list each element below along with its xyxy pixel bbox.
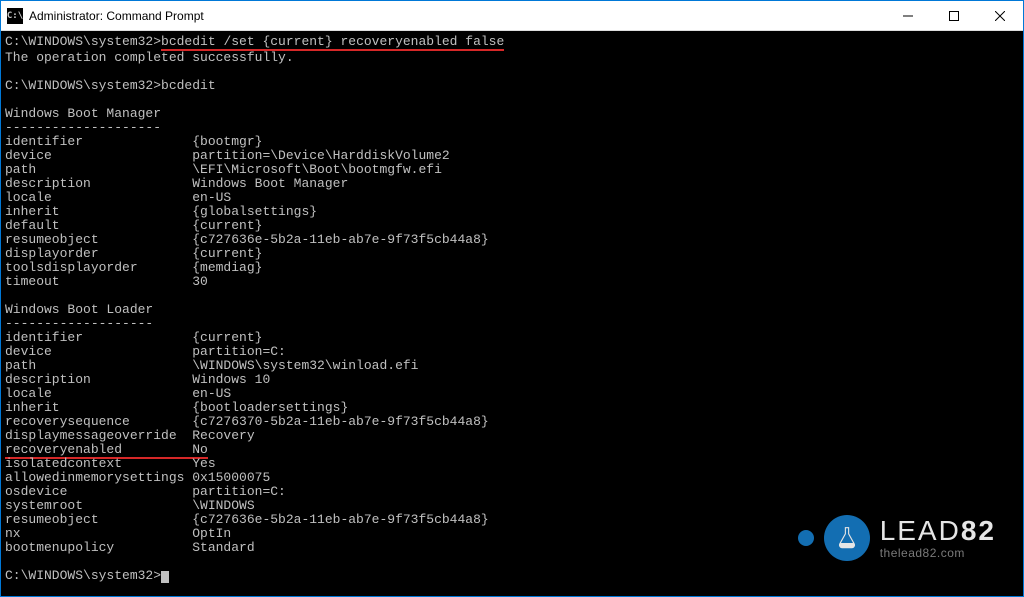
terminal-output[interactable]: C:\WINDOWS\system32>bcdedit /set {curren… [1,31,1023,596]
maximize-icon [949,11,959,21]
minimize-icon [903,11,913,21]
close-icon [995,11,1005,21]
window-title: Administrator: Command Prompt [29,9,885,23]
window-controls [885,1,1023,30]
command-prompt-window: C:\ Administrator: Command Prompt C:\WIN… [0,0,1024,597]
close-button[interactable] [977,1,1023,30]
cursor [161,571,169,583]
minimize-button[interactable] [885,1,931,30]
maximize-button[interactable] [931,1,977,30]
titlebar: C:\ Administrator: Command Prompt [1,1,1023,31]
app-icon: C:\ [7,8,23,24]
